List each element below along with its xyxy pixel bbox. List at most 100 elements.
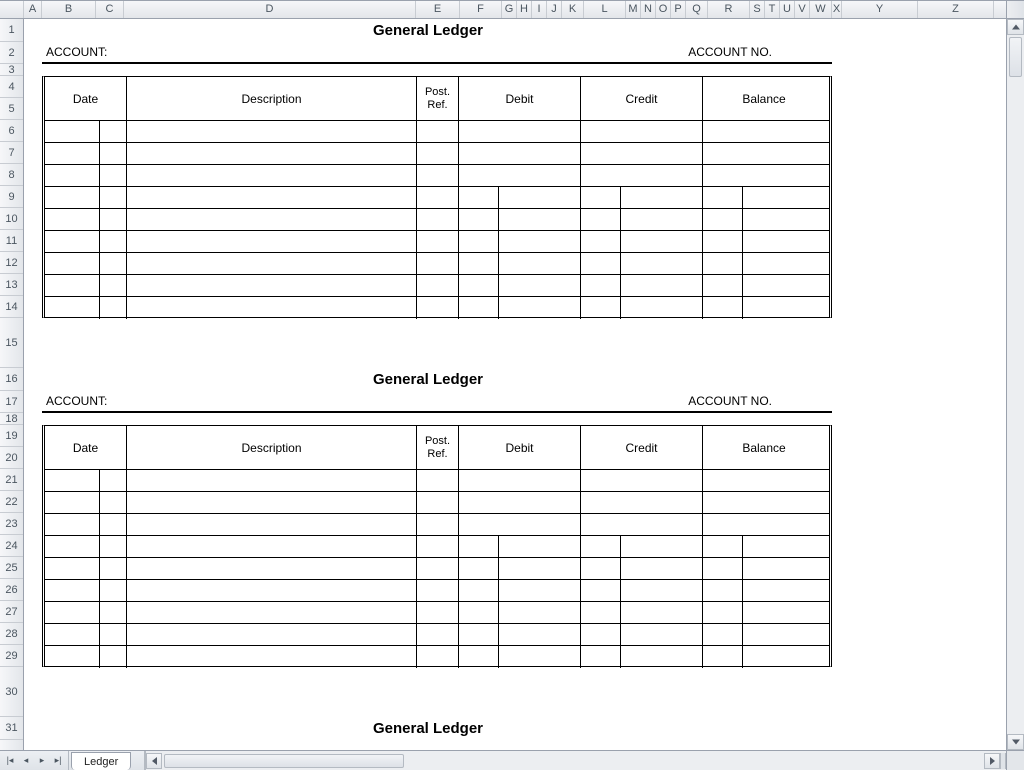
ledger-cell-balance[interactable] <box>703 187 825 208</box>
ledger-cell-credit[interactable] <box>581 580 703 601</box>
ledger-cell-balance[interactable] <box>703 536 825 557</box>
ledger-cell-description[interactable] <box>127 297 417 319</box>
ledger-body-row[interactable] <box>45 646 829 668</box>
ledger-cell-credit[interactable] <box>581 536 703 557</box>
ledger-cell-date-b[interactable] <box>100 297 127 319</box>
hscroll-split-handle[interactable] <box>1000 753 1006 769</box>
ledger-cell-date-a[interactable] <box>45 646 100 668</box>
ledger-cell-balance[interactable] <box>703 492 825 513</box>
ledger-cell-date-b[interactable] <box>100 646 127 668</box>
nav-next-icon[interactable]: ▸ <box>34 753 50 769</box>
ledger-cell-postref[interactable] <box>417 209 459 230</box>
column-header-J[interactable]: J <box>547 1 562 18</box>
column-header-Z[interactable]: Z <box>918 1 994 18</box>
ledger-cell-balance[interactable] <box>703 165 825 186</box>
ledger-cell-date-b[interactable] <box>100 231 127 252</box>
ledger-cell-balance[interactable] <box>703 580 825 601</box>
ledger-cell-description[interactable] <box>127 536 417 557</box>
ledger-body-row[interactable] <box>45 231 829 253</box>
ledger-cell-balance[interactable] <box>703 646 825 668</box>
ledger-cell-credit[interactable] <box>581 165 703 186</box>
column-header-U[interactable]: U <box>780 1 795 18</box>
row-header-29[interactable]: 29 <box>0 645 23 667</box>
ledger-cell-postref[interactable] <box>417 231 459 252</box>
column-header-E[interactable]: E <box>416 1 460 18</box>
ledger-cell-date-b[interactable] <box>100 492 127 513</box>
column-header-F[interactable]: F <box>460 1 502 18</box>
ledger-cell-description[interactable] <box>127 558 417 579</box>
ledger-body-row[interactable] <box>45 297 829 319</box>
ledger-cell-postref[interactable] <box>417 536 459 557</box>
ledger-cell-debit[interactable] <box>459 558 581 579</box>
ledger-cell-description[interactable] <box>127 121 417 142</box>
scroll-up-button[interactable] <box>1007 19 1024 35</box>
ledger-cell-debit[interactable] <box>459 624 581 645</box>
row-header-28[interactable]: 28 <box>0 623 23 645</box>
ledger-cell-credit[interactable] <box>581 297 703 319</box>
ledger-cell-description[interactable] <box>127 275 417 296</box>
horizontal-scrollbar[interactable] <box>145 751 1006 770</box>
ledger-cell-date-a[interactable] <box>45 514 100 535</box>
ledger-cell-date-b[interactable] <box>100 165 127 186</box>
ledger-cell-postref[interactable] <box>417 492 459 513</box>
ledger-cell-postref[interactable] <box>417 646 459 668</box>
ledger-cell-date-b[interactable] <box>100 470 127 491</box>
ledger-cell-balance[interactable] <box>703 514 825 535</box>
ledger-cell-credit[interactable] <box>581 558 703 579</box>
row-header-18[interactable]: 18 <box>0 413 23 425</box>
column-header-M[interactable]: M <box>626 1 641 18</box>
ledger-cell-credit[interactable] <box>581 492 703 513</box>
ledger-cell-description[interactable] <box>127 231 417 252</box>
ledger-cell-credit[interactable] <box>581 187 703 208</box>
ledger-body-row[interactable] <box>45 514 829 536</box>
ledger-cell-description[interactable] <box>127 580 417 601</box>
column-header-O[interactable]: O <box>656 1 671 18</box>
ledger-cell-postref[interactable] <box>417 514 459 535</box>
column-header-Q[interactable]: Q <box>686 1 708 18</box>
ledger-cell-balance[interactable] <box>703 602 825 623</box>
ledger-cell-balance[interactable] <box>703 297 825 319</box>
row-header-16[interactable]: 16 <box>0 368 23 391</box>
ledger-cell-debit[interactable] <box>459 602 581 623</box>
row-header-21[interactable]: 21 <box>0 469 23 491</box>
ledger-cell-date-a[interactable] <box>45 187 100 208</box>
vertical-scrollbar[interactable] <box>1006 19 1024 750</box>
ledger-body-row[interactable] <box>45 580 829 602</box>
ledger-body-row[interactable] <box>45 187 829 209</box>
ledger-cell-date-b[interactable] <box>100 143 127 164</box>
ledger-cell-postref[interactable] <box>417 165 459 186</box>
scroll-right-button[interactable] <box>984 753 1000 769</box>
ledger-body-row[interactable] <box>45 492 829 514</box>
ledger-cell-balance[interactable] <box>703 275 825 296</box>
row-header-9[interactable]: 9 <box>0 186 23 208</box>
ledger-body-row[interactable] <box>45 165 829 187</box>
ledger-cell-credit[interactable] <box>581 624 703 645</box>
scroll-left-button[interactable] <box>146 753 162 769</box>
nav-first-icon[interactable]: |◂ <box>2 753 18 769</box>
row-header-23[interactable]: 23 <box>0 513 23 535</box>
ledger-cell-date-a[interactable] <box>45 470 100 491</box>
ledger-cell-date-a[interactable] <box>45 492 100 513</box>
tab-spacer[interactable] <box>131 751 145 770</box>
nav-last-icon[interactable]: ▸| <box>50 753 66 769</box>
row-header-30[interactable]: 30 <box>0 667 23 717</box>
ledger-cell-postref[interactable] <box>417 187 459 208</box>
ledger-cell-date-a[interactable] <box>45 275 100 296</box>
column-header-I[interactable]: I <box>532 1 547 18</box>
ledger-cell-debit[interactable] <box>459 646 581 668</box>
row-header-14[interactable]: 14 <box>0 296 23 318</box>
ledger-cell-debit[interactable] <box>459 492 581 513</box>
column-header-A[interactable]: A <box>24 1 42 18</box>
ledger-cell-credit[interactable] <box>581 646 703 668</box>
ledger-cell-date-a[interactable] <box>45 209 100 230</box>
ledger-body-row[interactable] <box>45 121 829 143</box>
row-header-10[interactable]: 10 <box>0 208 23 230</box>
ledger-cell-credit[interactable] <box>581 121 703 142</box>
ledger-cell-postref[interactable] <box>417 275 459 296</box>
ledger-cell-date-b[interactable] <box>100 558 127 579</box>
ledger-cell-balance[interactable] <box>703 121 825 142</box>
ledger-body-row[interactable] <box>45 602 829 624</box>
column-header-X[interactable]: X <box>832 1 842 18</box>
row-header-20[interactable]: 20 <box>0 447 23 469</box>
row-header-6[interactable]: 6 <box>0 120 23 142</box>
